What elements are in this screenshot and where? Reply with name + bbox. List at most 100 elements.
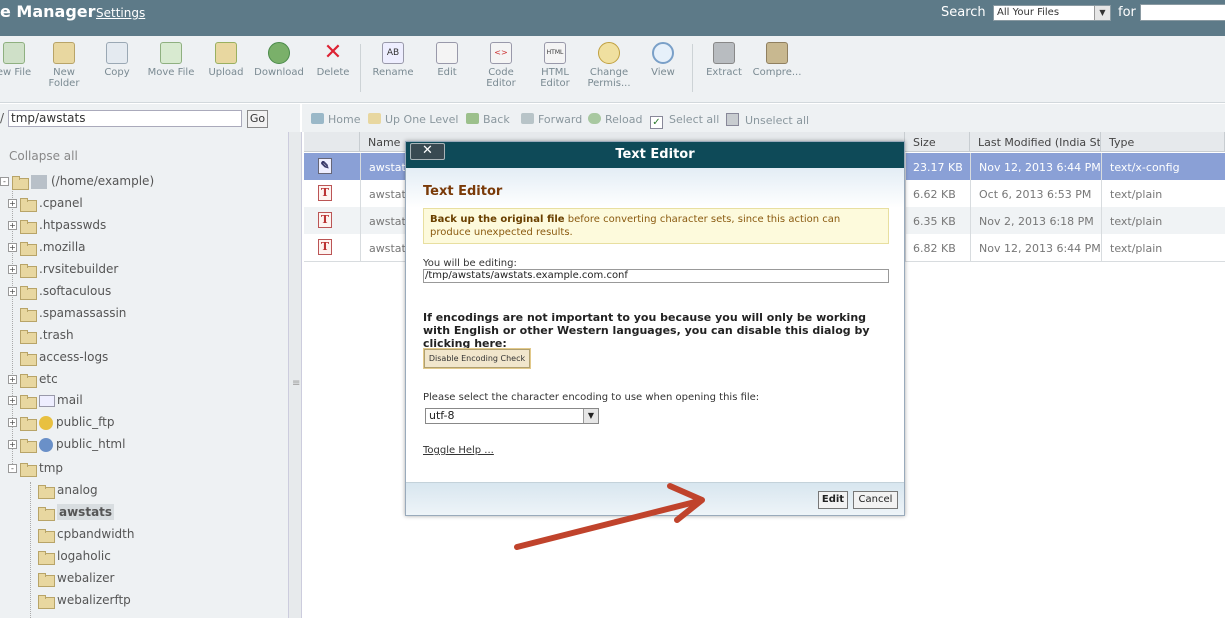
- tree-root[interactable]: - (/home/example): [0, 174, 154, 192]
- forward-button[interactable]: Forward: [521, 113, 582, 126]
- tree-item-mail[interactable]: + mail: [8, 393, 83, 411]
- encoding-select[interactable]: utf-8 ▼: [425, 408, 599, 424]
- select-all-button[interactable]: ✓ Select all: [650, 113, 719, 129]
- toggle-help-link[interactable]: Toggle Help ...: [423, 445, 494, 456]
- folder-icon: [20, 351, 37, 366]
- new-folder-button[interactable]: New Folder: [44, 42, 84, 89]
- unselect-all-button[interactable]: Unselect all: [726, 113, 809, 127]
- tree-item-analog[interactable]: analog: [38, 483, 98, 501]
- copy-button[interactable]: Copy: [100, 42, 134, 78]
- tree-item-mozilla[interactable]: + .mozilla: [8, 240, 86, 258]
- tree-item-label: .softaculous: [39, 284, 112, 298]
- tree-item-spamassassin[interactable]: .spamassassin: [20, 306, 126, 324]
- reload-button[interactable]: Reload: [588, 113, 642, 126]
- back-button[interactable]: Back: [466, 113, 510, 126]
- folder-icon: [20, 307, 37, 322]
- expand-icon: +: [8, 396, 17, 405]
- settings-link[interactable]: Settings: [96, 6, 145, 20]
- view-button[interactable]: View: [648, 42, 678, 78]
- new-folder-label: New Folder: [48, 67, 80, 89]
- compress-button[interactable]: Compre...: [752, 42, 802, 78]
- folder-icon: [38, 528, 55, 543]
- tree-item-softaculous[interactable]: + .softaculous: [8, 284, 111, 302]
- path-input[interactable]: tmp/awstats: [8, 110, 242, 127]
- expand-icon: +: [8, 375, 17, 384]
- tree-item-awstats[interactable]: awstats: [38, 504, 115, 523]
- move-file-icon: [160, 42, 182, 64]
- tree-item-tmp[interactable]: - tmp: [8, 461, 63, 479]
- download-button[interactable]: Download: [254, 42, 304, 78]
- file-size: 6.35 KB: [913, 215, 956, 228]
- ftp-icon: [39, 415, 53, 430]
- expand-icon: +: [8, 199, 17, 208]
- file-size: 23.17 KB: [913, 161, 963, 174]
- search-input[interactable]: [1140, 4, 1225, 21]
- expand-icon: +: [8, 287, 17, 296]
- collapse-all-link[interactable]: Collapse all: [9, 149, 78, 163]
- toolbar: ew File New Folder Copy Move File Upload…: [0, 36, 1225, 103]
- up-one-level-button[interactable]: Up One Level: [368, 113, 458, 126]
- new-file-label: ew File: [0, 67, 32, 78]
- tree-item-htpasswds[interactable]: + .htpasswds: [8, 218, 106, 236]
- tree-item-logaholic[interactable]: logaholic: [38, 549, 111, 567]
- expand-icon: +: [8, 418, 17, 427]
- cancel-button[interactable]: Cancel: [853, 491, 898, 509]
- folder-icon: [20, 416, 37, 431]
- change-permissions-button[interactable]: Change Permis...: [586, 42, 632, 89]
- collapse-icon: -: [8, 464, 17, 473]
- upload-button[interactable]: Upload: [207, 42, 245, 78]
- copy-label: Copy: [104, 67, 130, 78]
- tree-item-public-ftp[interactable]: + public_ftp: [8, 415, 114, 433]
- new-file-button[interactable]: ew File: [0, 42, 34, 78]
- folder-icon: [20, 219, 37, 234]
- go-button[interactable]: Go: [247, 110, 268, 128]
- folder-icon: [38, 484, 55, 499]
- code-editor-button[interactable]: <> Code Editor: [482, 42, 520, 89]
- delete-button[interactable]: ✕ Delete: [314, 42, 352, 79]
- edit-button[interactable]: Edit: [818, 491, 848, 509]
- disable-encoding-check-button[interactable]: Disable Encoding Check: [424, 349, 530, 368]
- tree-item-public-html[interactable]: + public_html: [8, 437, 125, 455]
- close-button[interactable]: ✕: [410, 143, 445, 160]
- tree-item-rvsitebuilder[interactable]: + .rvsitebuilder: [8, 262, 118, 280]
- html-editor-button[interactable]: HTML HTML Editor: [536, 42, 574, 89]
- warning-box: Back up the original file before convert…: [423, 208, 889, 244]
- edit-label: Edit: [437, 67, 457, 78]
- tree-item-trash[interactable]: .trash: [20, 328, 74, 346]
- unselect-all-label: Unselect all: [745, 114, 810, 127]
- move-file-button[interactable]: Move File: [146, 42, 196, 78]
- view-label: View: [651, 67, 675, 78]
- size-column-header[interactable]: Size: [905, 132, 970, 152]
- select-all-label: Select all: [669, 113, 720, 126]
- tree-item-label: public_ftp: [56, 415, 115, 429]
- tree-item-etc[interactable]: + etc: [8, 372, 58, 390]
- tree-item-access-logs[interactable]: access-logs: [20, 350, 108, 368]
- globe-icon: [39, 437, 53, 452]
- extract-label: Extract: [706, 67, 742, 78]
- tree-item-webalizerftp[interactable]: webalizerftp: [38, 593, 131, 611]
- tree-item-label: .htpasswds: [39, 218, 107, 232]
- encoding-select-value: utf-8: [429, 409, 455, 422]
- edit-button[interactable]: Edit: [432, 42, 462, 78]
- extract-button[interactable]: Extract: [702, 42, 746, 78]
- tree-item-label: .trash: [39, 328, 74, 342]
- tree-item-cpbandwidth[interactable]: cpbandwidth: [38, 527, 134, 545]
- home-button[interactable]: Home: [311, 113, 360, 126]
- checkbox-checked-icon: ✓: [650, 116, 663, 129]
- tree-item-label: webalizerftp: [57, 593, 131, 607]
- tree-item-cpanel[interactable]: + .cpanel: [8, 196, 83, 214]
- type-column-header[interactable]: Type: [1101, 132, 1225, 152]
- checkbox-empty-icon: [726, 113, 739, 126]
- navigation-bar: Home Up One Level Back Forward Reload ✓ S…: [302, 104, 1225, 132]
- text-file-icon: T: [318, 212, 332, 228]
- rename-button[interactable]: AB Rename: [370, 42, 416, 78]
- tree-item-label: logaholic: [57, 549, 111, 563]
- folder-icon: [20, 263, 37, 278]
- file-type: text/plain: [1110, 188, 1163, 201]
- tree-item-webalizer[interactable]: webalizer: [38, 571, 114, 589]
- pane-splitter[interactable]: ≡: [288, 132, 302, 618]
- grip-icon: ≡: [292, 378, 301, 389]
- modified-column-header[interactable]: Last Modified (India Standard Time): [970, 132, 1101, 152]
- editing-path-field[interactable]: /tmp/awstats/awstats.example.com.conf: [423, 269, 889, 283]
- search-scope-select[interactable]: All Your Files ▼: [993, 5, 1111, 21]
